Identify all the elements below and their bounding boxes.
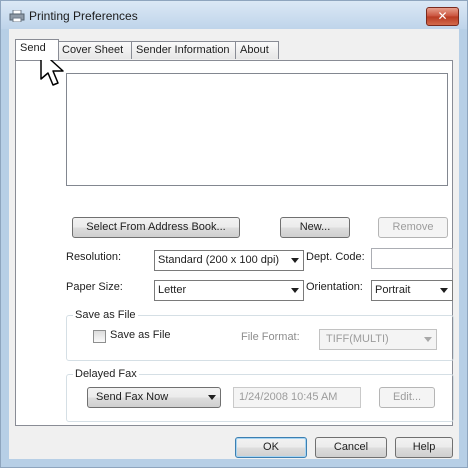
title-bar[interactable]: Printing Preferences ✕: [1, 1, 467, 29]
file-format-dropdown[interactable]: TIFF(MULTI): [319, 329, 437, 350]
chevron-down-icon: [208, 395, 216, 400]
chevron-down-icon: [291, 258, 299, 263]
save-as-file-group-title: Save as File: [73, 309, 138, 321]
recipient-list[interactable]: [66, 73, 448, 186]
window-title: Printing Preferences: [29, 9, 138, 23]
chevron-down-icon: [440, 288, 448, 293]
save-as-file-group: Save as File Save as File File Format: T…: [66, 309, 454, 361]
orientation-value: Portrait: [375, 284, 411, 296]
delayed-fax-datetime-input[interactable]: 1/24/2008 10:45 AM: [233, 387, 361, 408]
select-from-address-book-button[interactable]: Select From Address Book...: [72, 217, 240, 238]
tab-send[interactable]: Send: [15, 39, 59, 60]
paper-size-dropdown[interactable]: Letter: [154, 280, 304, 301]
chevron-down-icon: [424, 337, 432, 342]
new-button[interactable]: New...: [280, 217, 350, 238]
resolution-dropdown[interactable]: Standard (200 x 100 dpi): [154, 250, 304, 271]
dialog-client-area: Send Cover Sheet Sender Information Abou…: [9, 29, 459, 459]
delayed-fax-mode-value: Send Fax Now: [96, 391, 169, 403]
delayed-fax-mode-dropdown[interactable]: Send Fax Now: [87, 387, 221, 408]
save-as-file-checkbox-label[interactable]: Save as File: [110, 329, 171, 341]
paper-size-label: Paper Size:: [66, 281, 123, 293]
ok-button[interactable]: OK: [235, 437, 307, 458]
orientation-dropdown[interactable]: Portrait: [371, 280, 453, 301]
file-format-value: TIFF(MULTI): [326, 333, 389, 345]
tab-sender-information[interactable]: Sender Information: [131, 41, 237, 59]
help-button[interactable]: Help: [395, 437, 453, 458]
delayed-fax-group-title: Delayed Fax: [73, 368, 139, 380]
orientation-label: Orientation:: [306, 281, 363, 293]
tab-about[interactable]: About: [235, 41, 279, 59]
chevron-down-icon: [291, 288, 299, 293]
remove-button[interactable]: Remove: [378, 217, 448, 238]
paper-size-value: Letter: [158, 284, 187, 296]
save-as-file-checkbox[interactable]: [93, 330, 106, 343]
delayed-fax-group: Delayed Fax Send Fax Now 1/24/2008 10:45…: [66, 368, 454, 422]
dept-code-label: Dept. Code:: [306, 251, 365, 263]
cancel-button[interactable]: Cancel: [315, 437, 387, 458]
close-button[interactable]: ✕: [426, 7, 459, 26]
printer-icon: [9, 10, 25, 22]
close-icon: ✕: [437, 9, 448, 23]
delayed-fax-datetime-value: 1/24/2008 10:45 AM: [239, 391, 338, 403]
edit-button[interactable]: Edit...: [379, 387, 435, 408]
printing-preferences-window: Printing Preferences ✕ Send Cover Sheet …: [0, 0, 468, 468]
resolution-label: Resolution:: [66, 251, 122, 263]
send-tab-panel: Select From Address Book... New... Remov…: [15, 60, 454, 426]
dept-code-input[interactable]: [371, 248, 453, 269]
file-format-label: File Format:: [241, 331, 300, 343]
resolution-value: Standard (200 x 100 dpi): [158, 254, 280, 266]
